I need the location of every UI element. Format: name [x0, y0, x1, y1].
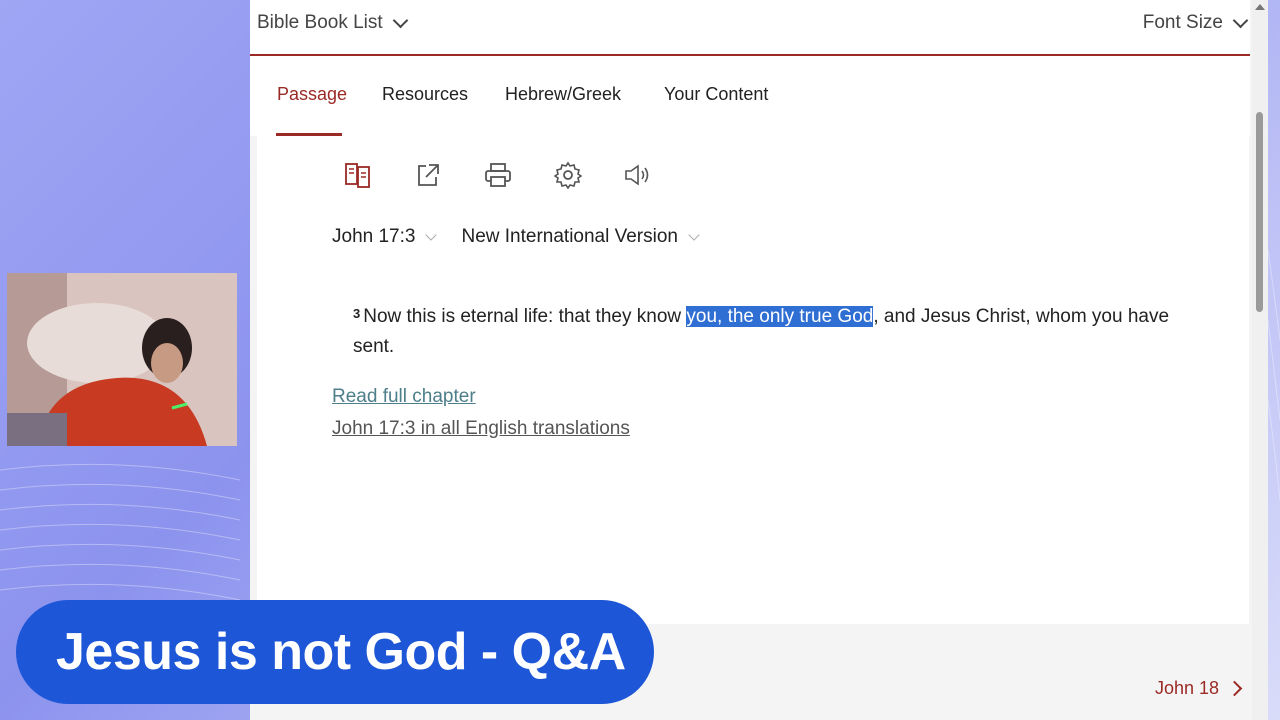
version-label: New International Version — [461, 226, 678, 247]
verse-text: 3 Now this is eternal life: that they kno… — [353, 302, 1173, 362]
chevron-right-icon — [1226, 680, 1243, 697]
next-chapter-label: John 18 — [1154, 678, 1219, 698]
version-dropdown[interactable]: New International Version — [461, 226, 700, 248]
tab-bar: Passage Resources Hebrew/Greek Your Cont… — [250, 56, 1250, 136]
read-full-chapter-link[interactable]: Read full chapter — [332, 386, 630, 408]
webcam-overlay — [7, 273, 237, 446]
scroll-thumb[interactable] — [1256, 112, 1263, 312]
verse-text-before: Now this is eternal life: that they know — [363, 306, 687, 327]
print-icon[interactable] — [483, 160, 513, 190]
next-chapter-link[interactable]: John 18 — [1154, 678, 1243, 699]
all-translations-link[interactable]: John 17:3 in all English translations — [332, 418, 630, 440]
webcam-person-image — [7, 273, 237, 446]
chevron-down-icon — [688, 228, 700, 241]
font-size-label: Font Size — [1142, 12, 1223, 33]
passage-toolbar — [343, 160, 653, 190]
scroll-up-arrow-icon[interactable] — [1255, 4, 1265, 10]
parallel-view-icon[interactable] — [343, 160, 373, 190]
reference-dropdown[interactable]: John 17:3 — [332, 226, 438, 248]
tab-hebrew-greek[interactable]: Hebrew/Greek — [505, 84, 621, 105]
verse-highlighted-selection[interactable]: you, the only true God — [686, 306, 874, 327]
tab-passage[interactable]: Passage — [277, 84, 347, 105]
passage-selectors: John 17:3 New International Version — [332, 226, 700, 248]
vertical-scrollbar[interactable] — [1252, 0, 1268, 720]
verse-number: 3 — [353, 306, 361, 321]
passage-links: Read full chapter John 17:3 in all Engli… — [332, 386, 630, 450]
font-size-dropdown[interactable]: Font Size — [1142, 12, 1249, 34]
share-icon[interactable] — [413, 160, 443, 190]
chevron-down-icon — [392, 12, 408, 28]
bible-book-list-dropdown[interactable]: Bible Book List — [257, 12, 408, 34]
title-banner: Jesus is not God - Q&A — [16, 600, 654, 704]
banner-title: Jesus is not God - Q&A — [56, 623, 626, 681]
audio-speaker-icon[interactable] — [623, 160, 653, 190]
tab-resources[interactable]: Resources — [382, 84, 468, 105]
chevron-down-icon — [1232, 12, 1249, 28]
passage-content: John 17:3 New International Version 3 Now… — [257, 136, 1249, 624]
bible-book-list-label: Bible Book List — [257, 12, 383, 33]
chevron-down-icon — [425, 228, 438, 241]
reference-label: John 17:3 — [332, 226, 416, 247]
settings-gear-icon[interactable] — [553, 160, 583, 190]
tab-your-content[interactable]: Your Content — [664, 84, 768, 105]
top-bar: Bible Book List Font Size — [250, 0, 1250, 56]
